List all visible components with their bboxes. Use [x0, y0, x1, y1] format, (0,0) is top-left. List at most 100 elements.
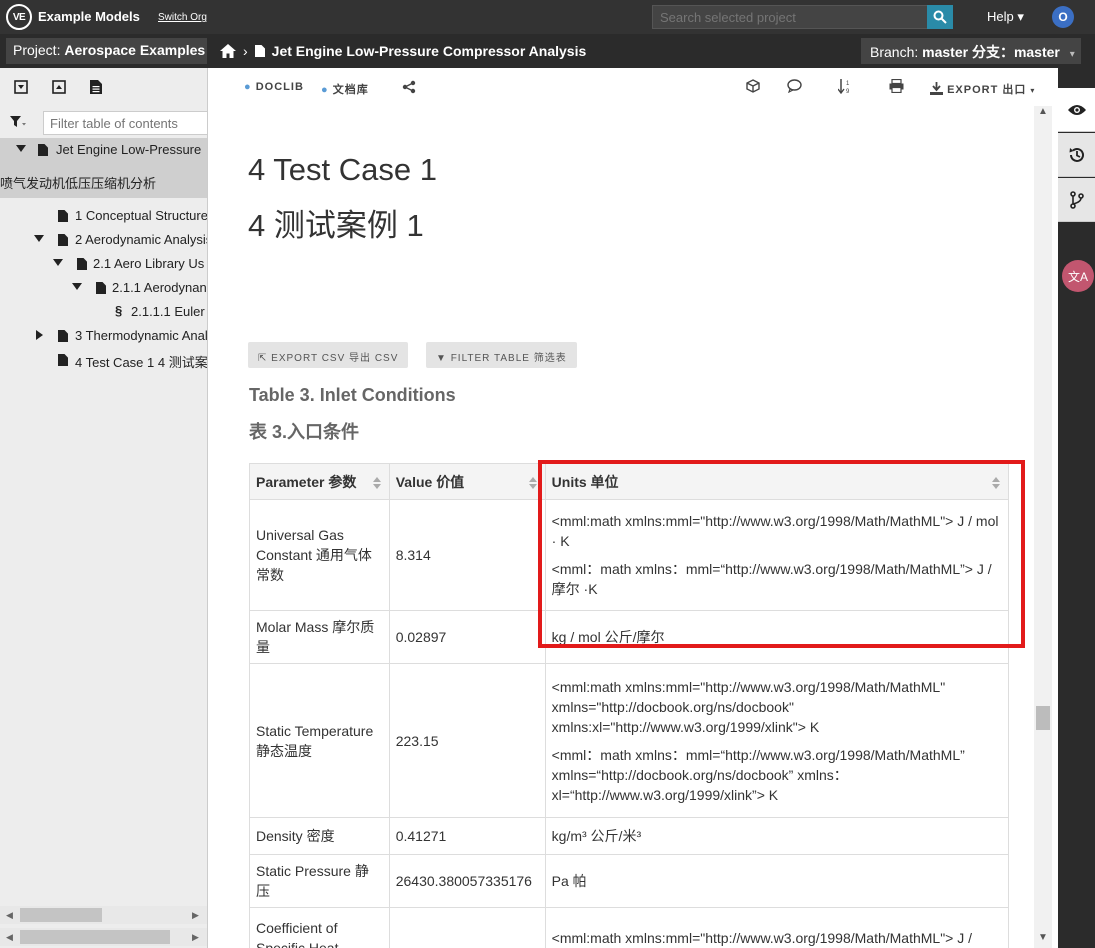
cell-value — [388, 907, 546, 948]
scrollbar-thumb[interactable] — [1036, 706, 1050, 730]
translate-icon[interactable]: 文A — [1062, 260, 1094, 292]
collapse-all-icon[interactable] — [52, 80, 66, 94]
share-icon[interactable] — [402, 80, 416, 94]
unit-line: kg/m³ 公斤/米³ — [551, 828, 642, 844]
cell-units: <mml:math xmlns:mml="http://www.w3.org/1… — [544, 907, 1010, 948]
filter-icon[interactable] — [10, 116, 26, 131]
right-sidebar — [1058, 68, 1095, 948]
toc-horizontal-scrollbar[interactable]: ◀ ▶ — [0, 906, 207, 924]
toc-item-label: 4 Test Case 1 4 测试案 — [75, 355, 208, 370]
caret-down-icon[interactable] — [53, 259, 63, 266]
doclib-cn-link[interactable]: ● 文档库 — [321, 81, 369, 97]
svg-text:1: 1 — [846, 81, 850, 87]
filter-table-button[interactable]: ▼ FILTER TABLE 筛选表 — [426, 342, 577, 368]
scroll-up-icon[interactable]: ▲ — [1038, 106, 1048, 117]
cube-icon[interactable] — [746, 79, 760, 93]
branch-selector[interactable]: Branch: master 分支：master ▾ — [861, 38, 1081, 64]
toc-item[interactable]: 4 Test Case 1 4 测试案 — [0, 348, 208, 372]
filter-icon: ▼ — [436, 353, 447, 364]
user-avatar[interactable]: O — [1052, 6, 1074, 28]
table-row: Static Pressure 静压 26430.380057335176 Pa… — [249, 854, 1010, 908]
scroll-down-icon[interactable]: ▼ — [1038, 932, 1048, 943]
cell-units: Pa 帕 — [544, 854, 1010, 908]
unit-line: <mml:math xmlns:mml="http://www.w3.org/1… — [551, 678, 946, 735]
switch-org-link[interactable]: Switch Org — [158, 12, 207, 23]
help-menu[interactable]: Help ▾ — [987, 9, 1024, 25]
project-name: Aerospace Examples — [64, 42, 206, 58]
view-panel-button[interactable] — [1058, 88, 1095, 132]
toc-item-label: 2.1.1 Aerodynan — [112, 280, 207, 295]
table-caption-en: Table 3. Inlet Conditions — [249, 385, 456, 405]
cell-value: 0.41271 — [388, 817, 546, 855]
caret-down-icon: ▾ — [1030, 86, 1036, 95]
document-icon — [58, 234, 68, 246]
comment-icon[interactable] — [787, 79, 802, 93]
toc-item-root[interactable]: Jet Engine Low-Pressure 喷气发动机低压压缩机分析 — [0, 138, 207, 198]
expand-all-icon[interactable] — [14, 80, 28, 94]
export-csv-button[interactable]: ⇱ EXPORT CSV 导出 CSV — [248, 342, 409, 368]
cell-parameter: Static Temperature 静态温度 — [249, 663, 390, 818]
external-link-icon: ⇱ — [258, 353, 268, 364]
toc-horizontal-scrollbar[interactable]: ◀ ▶ — [0, 928, 207, 946]
column-header-parameter[interactable]: Parameter 参数 — [249, 463, 390, 500]
toc-item[interactable]: 1 Conceptual Structure — [0, 204, 208, 228]
toc-item-label: 1 Conceptual Structure — [75, 208, 208, 223]
breadcrumb-separator: › — [243, 43, 248, 59]
caret-down-icon[interactable] — [16, 145, 26, 152]
export-menu[interactable]: EXPORT 出口 ▾ — [930, 81, 1035, 97]
unit-line: <mml：math xmlns：mml=“http://www.w3.org/1… — [551, 746, 965, 803]
cell-value: 223.15 — [388, 663, 546, 818]
project-label: Project: — [13, 42, 61, 58]
cell-parameter: Static Pressure 静压 — [249, 854, 390, 908]
toc-item-label: Jet Engine Low-Pressure — [56, 142, 202, 157]
toc-item[interactable]: 2.1.1 Aerodynan — [0, 276, 207, 300]
document-icon — [38, 144, 48, 156]
app-title[interactable]: Example Models — [38, 9, 140, 24]
app-logo[interactable]: VE — [6, 4, 32, 30]
caret-down-icon[interactable] — [34, 235, 44, 242]
caret-right-icon[interactable] — [36, 330, 43, 340]
search-input[interactable] — [652, 5, 928, 29]
toc-item-label: 3 Thermodynamic Anal — [75, 328, 208, 343]
toc-item-label: 2.1 Aero Library Us — [93, 256, 205, 271]
chevron-down-icon: ▾ — [1069, 49, 1075, 60]
caret-down-icon[interactable] — [72, 283, 82, 290]
doclib-link[interactable]: ● DOCLIB — [244, 81, 304, 93]
toc-item[interactable]: 2 Aerodynamic Analysis — [0, 228, 207, 252]
document-list-icon[interactable] — [90, 80, 102, 94]
table-row: Density 密度 0.41271 kg/m³ 公斤/米³ — [249, 817, 1010, 855]
section-icon: § — [115, 303, 123, 318]
breadcrumb: › Jet Engine Low-Pressure Compressor Ana… — [220, 43, 586, 59]
branch-label: Branch: — [870, 44, 919, 60]
history-panel-button[interactable] — [1058, 133, 1095, 177]
document-toolbar: ● DOCLIB ● 文档库 19 EXPORT 出口 ▾ — [208, 68, 1058, 106]
svg-text:9: 9 — [846, 89, 850, 94]
sort-numeric-icon[interactable]: 19 — [838, 78, 852, 94]
toc-item[interactable]: 2.1 Aero Library Us — [0, 252, 207, 276]
content-vertical-scrollbar[interactable]: ▲ ▼ — [1034, 106, 1052, 948]
project-bar: Project: Aerospace Examples › Jet Engine… — [0, 34, 1095, 68]
branch-icon — [1069, 190, 1084, 209]
top-navbar: VE Example Models Switch Org Help ▾ O — [0, 0, 1095, 34]
cell-parameter: Density 密度 — [249, 817, 390, 855]
section-heading-en: 4 Test Case 1 — [248, 152, 437, 187]
toc-item-label: 2.1.1.1 Euler — [131, 304, 205, 319]
cell-value: 0.02897 — [388, 610, 546, 664]
document-icon — [58, 330, 68, 342]
search-icon — [933, 10, 947, 24]
toc-item[interactable]: § 2.1.1.1 Euler — [0, 300, 207, 324]
branches-panel-button[interactable] — [1058, 178, 1095, 222]
home-icon[interactable] — [220, 44, 236, 58]
document-icon — [58, 354, 68, 366]
toc-tree: Jet Engine Low-Pressure 喷气发动机低压压缩机分析 1 C… — [0, 138, 208, 372]
cell-units: kg/m³ 公斤/米³ — [544, 817, 1010, 855]
toc-filter-input[interactable] — [43, 111, 207, 135]
column-header-value[interactable]: Value 价值 — [388, 463, 546, 500]
print-icon[interactable] — [889, 79, 904, 93]
toc-item[interactable]: 3 Thermodynamic Anal — [0, 324, 208, 348]
history-icon — [1069, 147, 1084, 162]
breadcrumb-page[interactable]: Jet Engine Low-Pressure Compressor Analy… — [272, 43, 587, 59]
search-button[interactable] — [927, 5, 953, 29]
toc-item-label-cn: 喷气发动机低压压缩机分析 — [0, 176, 157, 191]
project-selector[interactable]: Project: Aerospace Examples — [6, 38, 207, 64]
